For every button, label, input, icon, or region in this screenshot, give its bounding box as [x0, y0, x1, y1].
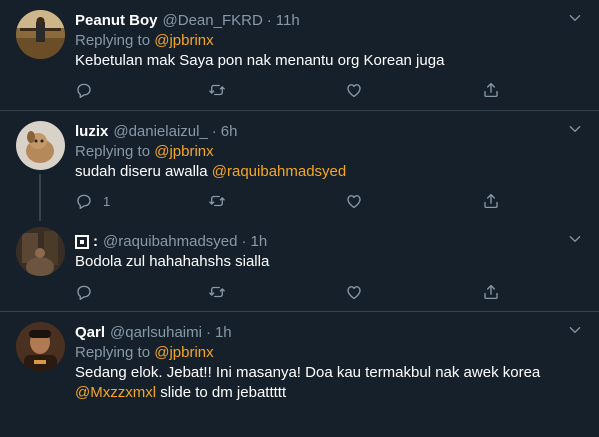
display-name[interactable]: : — [93, 233, 98, 250]
tweet[interactable]: Qarl @qarlsuhaimi · 1h Replying to @jpbr… — [0, 312, 599, 437]
like-button[interactable] — [345, 191, 363, 211]
display-name[interactable]: Qarl — [75, 324, 105, 341]
replying-to: Replying to @jpbrinx — [75, 343, 583, 363]
like-button[interactable] — [345, 282, 363, 302]
tweet-actions — [75, 282, 505, 302]
tweet-actions — [75, 80, 505, 100]
tweet-text: sudah diseru awalla @raquibahmadsyed — [75, 162, 583, 182]
share-button[interactable] — [482, 282, 500, 302]
chevron-down-icon[interactable] — [567, 231, 583, 247]
separator-dot: · — [266, 11, 272, 29]
retweet-icon — [208, 192, 226, 210]
retweet-icon — [208, 81, 226, 99]
tweet-text: Bodola zul hahahahshs sialla — [75, 253, 270, 270]
replying-to-mention[interactable]: @jpbrinx — [154, 32, 213, 49]
heart-icon — [345, 283, 363, 301]
emoji-icon — [75, 235, 89, 249]
heart-icon — [345, 192, 363, 210]
tweet-text: Sedang elok. Jebat!! Ini masanya! Doa ka… — [75, 363, 583, 403]
avatar[interactable] — [16, 121, 65, 170]
chevron-down-icon[interactable] — [567, 121, 583, 137]
reply-count: 1 — [103, 193, 111, 209]
mention-link[interactable]: @Mxzzxmxl — [75, 384, 156, 401]
replying-to-mention[interactable]: @jpbrinx — [154, 344, 213, 361]
avatar[interactable] — [16, 227, 65, 276]
replying-to-label: Replying to — [75, 344, 151, 361]
share-button[interactable] — [482, 191, 500, 211]
display-name[interactable]: luzix — [75, 123, 108, 140]
heart-icon — [345, 81, 363, 99]
reply-icon — [75, 283, 93, 301]
reply-icon — [75, 192, 93, 210]
timestamp[interactable]: 1h — [250, 233, 267, 250]
separator-dot: · — [211, 122, 217, 140]
retweet-button[interactable] — [208, 80, 226, 100]
share-icon — [482, 283, 500, 301]
separator-dot: · — [241, 232, 247, 250]
reply-button[interactable] — [75, 282, 103, 302]
replying-to-mention[interactable]: @jpbrinx — [154, 143, 213, 160]
timestamp[interactable]: 1h — [215, 324, 232, 341]
tweet[interactable]: : @raquibahmadsyed · 1h Bodola zul hahah… — [0, 221, 599, 311]
share-icon — [482, 192, 500, 210]
timestamp[interactable]: 6h — [221, 123, 238, 140]
tweet[interactable]: Peanut Boy @Dean_FKRD · 11h Replying to … — [0, 0, 599, 110]
reply-button[interactable] — [75, 80, 103, 100]
user-handle[interactable]: @Dean_FKRD — [163, 12, 263, 29]
chevron-down-icon[interactable] — [567, 322, 583, 338]
retweet-button[interactable] — [208, 282, 226, 302]
replying-to: Replying to @jpbrinx — [75, 31, 583, 51]
tweet-text-line: slide to dm jebattttt — [160, 384, 287, 401]
separator-dot: · — [205, 323, 211, 341]
avatar[interactable] — [16, 10, 65, 59]
reply-button[interactable]: 1 — [75, 191, 110, 211]
display-name[interactable]: Peanut Boy — [75, 12, 158, 29]
retweet-button[interactable] — [208, 191, 226, 211]
mention-link[interactable]: @raquibahmadsyed — [212, 163, 346, 180]
user-handle[interactable]: @raquibahmadsyed — [103, 233, 237, 250]
replying-to: Replying to @jpbrinx — [75, 142, 583, 162]
share-icon — [482, 81, 500, 99]
tweet[interactable]: luzix @danielaizul_ · 6h Replying to @jp… — [0, 111, 599, 221]
tweet-text-body: sudah diseru awalla — [75, 163, 208, 180]
retweet-icon — [208, 283, 226, 301]
like-button[interactable] — [345, 80, 363, 100]
replying-to-label: Replying to — [75, 32, 151, 49]
avatar[interactable] — [16, 322, 65, 371]
thread-connector — [39, 174, 41, 221]
user-handle[interactable]: @qarlsuhaimi — [110, 324, 202, 341]
chevron-down-icon[interactable] — [567, 10, 583, 26]
user-handle[interactable]: @danielaizul_ — [113, 123, 207, 140]
tweet-actions: 1 — [75, 191, 505, 211]
share-button[interactable] — [482, 80, 500, 100]
reply-icon — [75, 81, 93, 99]
replying-to-label: Replying to — [75, 143, 151, 160]
timestamp[interactable]: 11h — [276, 12, 300, 29]
tweet-text: Kebetulan mak Saya pon nak menantu org K… — [75, 52, 445, 69]
tweet-text-line: Sedang elok. Jebat!! Ini masanya! Doa ka… — [75, 364, 541, 381]
